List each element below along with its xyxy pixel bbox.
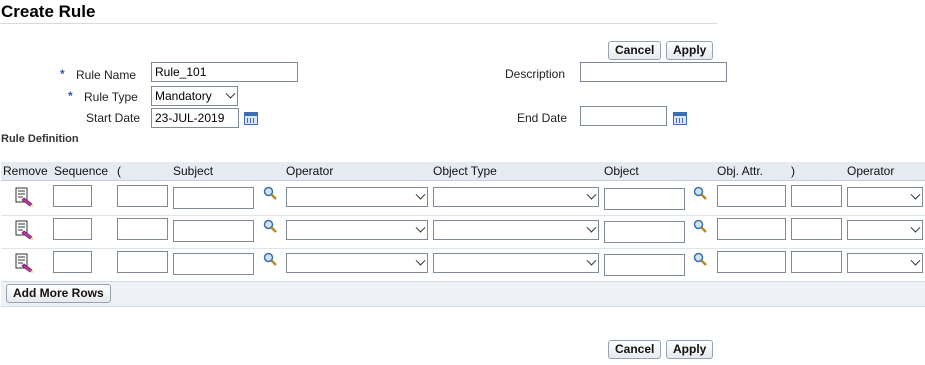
table-row: [1, 248, 925, 282]
column-header-open-paren: (: [115, 162, 171, 181]
section-title: Rule Definition: [1, 133, 79, 145]
operator-select[interactable]: [286, 187, 428, 207]
column-header-subject: Subject: [171, 162, 284, 181]
close-paren-input[interactable]: [791, 218, 842, 240]
chevron-down-icon: [910, 255, 921, 266]
column-header-remove: Remove: [1, 162, 52, 181]
chevron-down-icon: [415, 255, 426, 266]
open-paren-input[interactable]: [117, 251, 168, 273]
sequence-input[interactable]: [53, 218, 92, 240]
chevron-down-icon: [225, 88, 236, 99]
close-paren-input[interactable]: [791, 251, 842, 273]
object-type-select[interactable]: [433, 220, 599, 240]
search-icon[interactable]: [693, 252, 707, 266]
cancel-button-top[interactable]: Cancel: [608, 41, 662, 60]
rule-type-select[interactable]: Mandatory: [151, 86, 238, 106]
subject-input[interactable]: [173, 187, 254, 209]
object-input[interactable]: [604, 254, 685, 276]
column-header-object-type: Object Type: [431, 162, 602, 181]
remove-row-icon[interactable]: [13, 219, 35, 241]
page-title: Create Rule: [1, 2, 96, 21]
start-date-label: Start Date: [86, 111, 141, 125]
obj-attr-input[interactable]: [717, 185, 786, 207]
description-label: Description: [505, 67, 566, 81]
apply-button-top[interactable]: Apply: [666, 41, 714, 60]
search-icon[interactable]: [693, 186, 707, 200]
object-type-select[interactable]: [433, 187, 599, 207]
remove-row-icon[interactable]: [13, 186, 35, 208]
open-paren-input[interactable]: [117, 218, 168, 240]
chevron-down-icon: [415, 222, 426, 233]
object-type-select[interactable]: [433, 253, 599, 273]
cancel-button-bottom[interactable]: Cancel: [608, 340, 662, 359]
apply-button-bottom[interactable]: Apply: [666, 340, 714, 359]
operator-select[interactable]: [286, 220, 428, 240]
obj-attr-input[interactable]: [717, 251, 786, 273]
title-divider: [0, 23, 717, 24]
required-marker: *: [68, 89, 73, 103]
object-input[interactable]: [604, 221, 685, 243]
end-date-label: End Date: [517, 111, 568, 125]
rule-name-label: Rule Name: [76, 68, 137, 82]
rule-type-label: Rule Type: [84, 90, 138, 104]
search-icon[interactable]: [693, 219, 707, 233]
column-header-sequence: Sequence: [52, 162, 115, 181]
subject-input[interactable]: [173, 220, 254, 242]
remove-row-icon[interactable]: [13, 252, 35, 274]
chevron-down-icon: [910, 189, 921, 200]
description-input[interactable]: [580, 62, 727, 82]
chevron-down-icon: [910, 222, 921, 233]
chevron-down-icon: [586, 222, 597, 233]
operator-2-select[interactable]: [847, 220, 923, 240]
search-icon[interactable]: [263, 252, 277, 266]
table-row: [1, 215, 925, 249]
subject-input[interactable]: [173, 253, 254, 275]
chevron-down-icon: [586, 189, 597, 200]
sequence-input[interactable]: [53, 185, 92, 207]
column-header-object: Object: [602, 162, 715, 181]
object-input[interactable]: [604, 188, 685, 210]
operator-2-select[interactable]: [847, 187, 923, 207]
calendar-icon[interactable]: [244, 112, 258, 125]
end-date-input[interactable]: [580, 106, 667, 126]
table-row: [1, 182, 925, 216]
column-header-operator: Operator: [284, 162, 431, 181]
start-date-input[interactable]: 23-JUL-2019: [151, 108, 239, 128]
rule-name-input[interactable]: Rule_101: [151, 62, 298, 82]
rule-type-value: Mandatory: [155, 89, 212, 103]
close-paren-input[interactable]: [791, 185, 842, 207]
column-header-operator-2: Operator: [845, 162, 925, 181]
open-paren-input[interactable]: [117, 185, 168, 207]
search-icon[interactable]: [263, 186, 277, 200]
required-marker: *: [60, 67, 65, 81]
operator-select[interactable]: [286, 253, 428, 273]
calendar-icon[interactable]: [673, 112, 687, 125]
add-more-rows-button[interactable]: Add More Rows: [6, 284, 111, 303]
chevron-down-icon: [586, 255, 597, 266]
obj-attr-input[interactable]: [717, 218, 786, 240]
table-footer: [1, 281, 925, 307]
column-header-close-paren: ): [789, 162, 845, 181]
chevron-down-icon: [415, 189, 426, 200]
sequence-input[interactable]: [53, 251, 92, 273]
search-icon[interactable]: [263, 219, 277, 233]
column-header-obj-attr: Obj. Attr.: [715, 162, 789, 181]
operator-2-select[interactable]: [847, 253, 923, 273]
